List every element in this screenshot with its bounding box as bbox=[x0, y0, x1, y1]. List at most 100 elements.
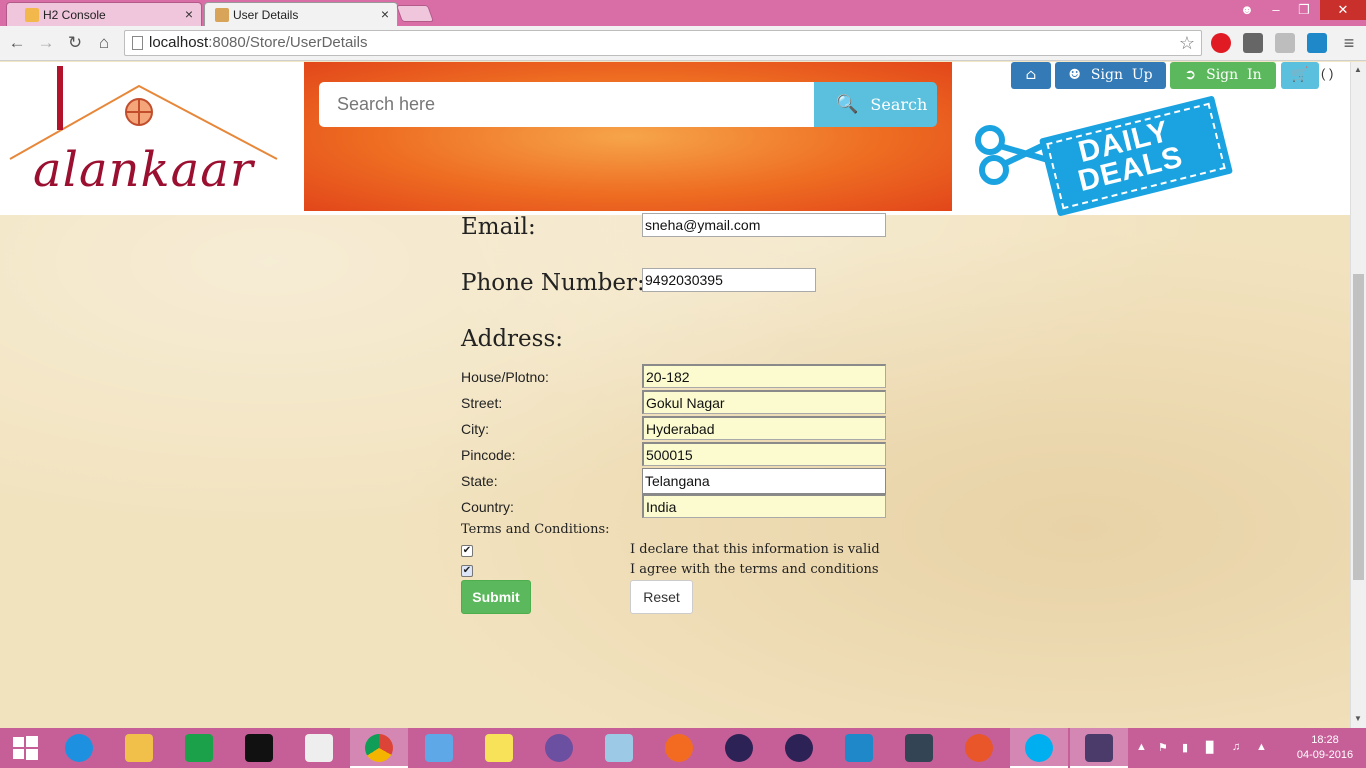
page-favicon-icon bbox=[215, 8, 229, 22]
command-prompt-taskbar-icon[interactable] bbox=[230, 728, 288, 768]
phone-field[interactable]: 9492030395 bbox=[642, 268, 816, 292]
page-icon bbox=[132, 36, 143, 50]
page-scrollbar[interactable]: ▲ ▼ bbox=[1350, 62, 1366, 728]
sign-in-label: Sign In bbox=[1206, 67, 1262, 83]
user-icon: ☻ bbox=[1068, 67, 1081, 83]
tab-user-details[interactable]: User Details × bbox=[204, 2, 398, 26]
clock-date: 04-09-2016 bbox=[1296, 749, 1354, 761]
bookmark-star-icon[interactable]: ☆ bbox=[1179, 31, 1195, 55]
firefox-taskbar-icon[interactable] bbox=[650, 728, 708, 768]
sign-up-button[interactable]: ☻ Sign Up bbox=[1055, 62, 1166, 89]
drive-tray-icon[interactable]: ▲ bbox=[1256, 741, 1270, 755]
minimize-button[interactable]: – bbox=[1262, 0, 1290, 20]
state-field[interactable]: Telangana bbox=[642, 468, 886, 494]
logo-text: alankaar bbox=[33, 142, 254, 198]
agree-label: I agree with the terms and conditions bbox=[630, 562, 879, 577]
cart-count: ( ) bbox=[1321, 66, 1334, 81]
scroll-thumb[interactable] bbox=[1353, 274, 1364, 580]
tab-label: H2 Console bbox=[43, 8, 106, 22]
database-taskbar-icon[interactable] bbox=[470, 728, 528, 768]
email-field[interactable]: sneha@ymail.com bbox=[642, 213, 886, 237]
drive-extension-icon[interactable] bbox=[1275, 33, 1295, 53]
search-input[interactable] bbox=[319, 82, 814, 127]
tray-expand-icon[interactable]: ▲ bbox=[1136, 741, 1150, 755]
terms-heading: Terms and Conditions: bbox=[461, 522, 610, 537]
menu-icon[interactable]: ≡ bbox=[1338, 32, 1360, 54]
search-icon: 🔍 bbox=[836, 94, 859, 115]
volume-icon[interactable]: ♫ bbox=[1232, 741, 1246, 755]
windows-taskbar: ▲ ⚑ ▮ ▉ ♫ ▲ 18:28 04-09-2016 bbox=[0, 728, 1366, 768]
app-taskbar-icon[interactable] bbox=[830, 728, 888, 768]
tool-taskbar-icon[interactable] bbox=[950, 728, 1008, 768]
state-label: State: bbox=[461, 473, 498, 489]
internet-explorer-taskbar-icon[interactable] bbox=[50, 728, 108, 768]
cart-button[interactable]: 🛒 bbox=[1281, 62, 1319, 89]
app-taskbar-icon[interactable] bbox=[410, 728, 468, 768]
site-header: alankaar 🔍 Search ⌂ ☻ Sign Up ➲ Sign In 🛒 (… bbox=[0, 62, 1350, 217]
battery-icon[interactable]: ▮ bbox=[1182, 741, 1196, 755]
street-field[interactable]: Gokul Nagar bbox=[642, 390, 886, 414]
tab-h2-console[interactable]: H2 Console × bbox=[6, 2, 202, 26]
taskbar-clock[interactable]: 18:28 04-09-2016 bbox=[1290, 733, 1360, 763]
sign-in-icon: ➲ bbox=[1184, 67, 1197, 83]
file-explorer-taskbar-icon[interactable] bbox=[110, 728, 168, 768]
home-button[interactable]: ⌂ bbox=[1011, 62, 1051, 89]
java-ee-ide-taskbar-icon[interactable] bbox=[1070, 728, 1128, 768]
github-taskbar-icon[interactable] bbox=[530, 728, 588, 768]
reload-icon[interactable]: ↻ bbox=[64, 32, 86, 54]
site-logo[interactable]: alankaar bbox=[5, 64, 281, 204]
home-icon[interactable]: ⌂ bbox=[93, 32, 115, 54]
email-label: Email: bbox=[461, 214, 536, 240]
reset-button[interactable]: Reset bbox=[630, 580, 693, 614]
windows-logo-icon bbox=[13, 736, 38, 760]
eclipse-taskbar-icon[interactable] bbox=[710, 728, 768, 768]
h2-favicon-icon bbox=[25, 8, 39, 22]
url-host: localhost bbox=[149, 34, 209, 51]
chrome-taskbar-icon[interactable] bbox=[350, 728, 408, 768]
opera-extension-icon[interactable] bbox=[1211, 33, 1231, 53]
back-icon[interactable]: ← bbox=[6, 32, 28, 54]
shopping-cart-icon: 🛒 bbox=[1291, 67, 1309, 83]
store-taskbar-icon[interactable] bbox=[170, 728, 228, 768]
close-tab-icon[interactable]: × bbox=[185, 6, 193, 22]
flag-icon[interactable]: ⚑ bbox=[1158, 741, 1172, 755]
agree-checkbox[interactable]: ✔ bbox=[461, 565, 473, 577]
street-label: Street: bbox=[461, 395, 503, 411]
close-tab-icon[interactable]: × bbox=[381, 6, 389, 22]
forward-icon[interactable]: → bbox=[35, 32, 57, 54]
search-button[interactable]: 🔍 Search bbox=[814, 82, 937, 127]
city-label: City: bbox=[461, 421, 489, 437]
close-window-button[interactable]: ✕ bbox=[1320, 0, 1366, 20]
eclipse-taskbar-icon[interactable] bbox=[770, 728, 828, 768]
new-tab-button[interactable] bbox=[395, 5, 435, 22]
city-field[interactable]: Hyderabad bbox=[642, 416, 886, 440]
search-banner: 🔍 Search bbox=[304, 62, 952, 211]
reader-taskbar-icon[interactable] bbox=[290, 728, 348, 768]
network-icon[interactable]: ▉ bbox=[1206, 741, 1220, 755]
daily-deals-banner[interactable]: DAILY DEALS bbox=[970, 95, 1242, 217]
address-heading: Address: bbox=[461, 326, 564, 352]
country-field[interactable]: India bbox=[642, 494, 886, 518]
clock-time: 18:28 bbox=[1311, 734, 1339, 746]
notes-taskbar-icon[interactable] bbox=[590, 728, 648, 768]
page-content: alankaar 🔍 Search ⌂ ☻ Sign Up ➲ Sign In 🛒 (… bbox=[0, 62, 1350, 728]
browser-tab-bar: H2 Console × User Details × ☻ – ❐ ✕ bbox=[0, 0, 1366, 26]
phone-label: Phone Number: bbox=[461, 270, 645, 296]
address-bar[interactable]: localhost:8080/Store/UserDetails ☆ bbox=[124, 30, 1202, 56]
maximize-button[interactable]: ❐ bbox=[1290, 0, 1318, 20]
tab-label: User Details bbox=[233, 8, 299, 22]
extension-icon[interactable] bbox=[1307, 33, 1327, 53]
url-path: :8080/Store/UserDetails bbox=[208, 34, 368, 51]
declare-checkbox[interactable]: ✔ bbox=[461, 545, 473, 557]
scroll-down-icon[interactable]: ▼ bbox=[1354, 714, 1362, 723]
submit-button[interactable]: Submit bbox=[461, 580, 531, 614]
sign-up-label: Sign Up bbox=[1090, 67, 1153, 83]
pincode-field[interactable]: 500015 bbox=[642, 442, 886, 466]
sign-in-button[interactable]: ➲ Sign In bbox=[1170, 62, 1276, 89]
sql-taskbar-icon[interactable] bbox=[890, 728, 948, 768]
extension-icon[interactable] bbox=[1243, 33, 1263, 53]
user-profile-icon[interactable]: ☻ bbox=[1233, 0, 1261, 20]
skype-taskbar-icon[interactable] bbox=[1010, 728, 1068, 768]
house-field[interactable]: 20-182 bbox=[642, 364, 886, 388]
scroll-up-icon[interactable]: ▲ bbox=[1354, 65, 1362, 74]
